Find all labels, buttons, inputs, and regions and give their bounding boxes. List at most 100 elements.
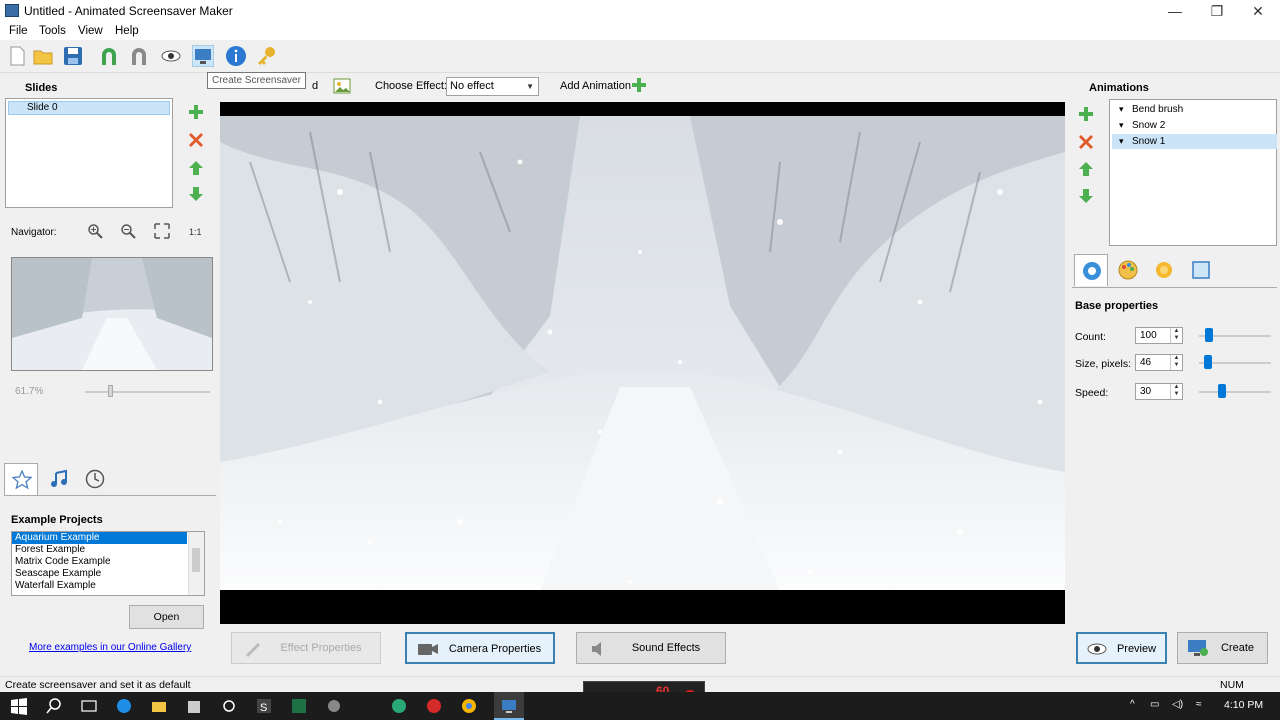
wifi-icon[interactable]: ≈ — [1196, 699, 1202, 710]
store-icon[interactable] — [185, 697, 203, 715]
windows-start-icon[interactable] — [10, 697, 28, 715]
add-slide-partial-label[interactable]: d — [312, 80, 318, 92]
animations-list[interactable]: ▾ Bend brush ▾ Snow 2 ▾ Snow 1 — [1109, 99, 1277, 246]
animation-item[interactable]: ▾ Snow 1 — [1112, 134, 1277, 149]
speed-spinner[interactable]: 30 ▲ ▼ — [1135, 383, 1183, 400]
tray-chevron-icon[interactable]: ^ — [1130, 699, 1135, 710]
add-animation-side-icon[interactable] — [1078, 106, 1094, 122]
clock-icon — [85, 469, 105, 489]
tab-base-properties[interactable] — [1074, 254, 1108, 286]
active-app-tile[interactable] — [494, 692, 524, 720]
slides-list[interactable]: Slide 0 — [5, 98, 173, 208]
examples-list[interactable]: Aquarium Example Forest Example Matrix C… — [11, 531, 205, 596]
spinner-arrows-icon[interactable]: ▲ ▼ — [1170, 384, 1182, 399]
count-spinner[interactable]: 100 ▲ ▼ — [1135, 327, 1183, 344]
create-label: Create — [1220, 642, 1255, 654]
preview-button[interactable]: Preview — [1076, 632, 1167, 664]
online-gallery-link[interactable]: More examples in our Online Gallery — [29, 642, 191, 653]
excel-icon[interactable] — [290, 697, 308, 715]
save-icon[interactable] — [62, 45, 84, 67]
tab-area[interactable] — [1184, 254, 1218, 286]
slide-item[interactable]: Slide 0 — [8, 101, 170, 115]
toolbar — [0, 40, 1280, 73]
tab-favorites[interactable] — [4, 463, 38, 495]
open-button[interactable]: Open — [129, 605, 204, 629]
navigator-thumbnail[interactable] — [11, 257, 213, 371]
sound-effects-button[interactable]: Sound Effects — [576, 632, 726, 664]
close-button[interactable]: ✕ — [1238, 0, 1278, 22]
tab-colors[interactable] — [1111, 254, 1145, 286]
menu-tools[interactable]: Tools — [39, 25, 66, 37]
example-item[interactable]: Forest Example — [12, 544, 204, 556]
open-folder-icon[interactable] — [32, 45, 54, 67]
animation-up-icon[interactable] — [1078, 161, 1094, 177]
clock-time[interactable]: 4:10 PM — [1224, 699, 1263, 711]
zoom-value[interactable]: 61.7% — [12, 384, 68, 400]
menu-file[interactable]: File — [9, 25, 28, 37]
move-down-icon[interactable] — [188, 186, 204, 202]
info-icon[interactable] — [225, 45, 247, 67]
example-item[interactable]: Matrix Code Example — [12, 556, 204, 568]
example-item[interactable]: Waterfall Example — [12, 580, 204, 592]
zoom-slider-track[interactable] — [85, 391, 210, 393]
recycle-icon[interactable] — [325, 697, 343, 715]
magnet-gray-icon[interactable] — [128, 45, 150, 67]
move-up-icon[interactable] — [188, 160, 204, 176]
cortana-icon[interactable] — [220, 697, 238, 715]
size-slider-thumb[interactable] — [1204, 355, 1213, 369]
tab-light[interactable] — [1147, 254, 1181, 286]
network-icon[interactable]: ▭ — [1150, 699, 1159, 710]
example-item[interactable]: Seascape Example — [12, 568, 204, 580]
file-explorer-icon[interactable] — [150, 697, 168, 715]
size-spinner[interactable]: 46 ▲ ▼ — [1135, 354, 1183, 371]
actual-size-icon[interactable]: 1:1 — [188, 223, 204, 239]
minimize-button[interactable]: — — [1155, 0, 1195, 22]
green-app-icon[interactable] — [390, 697, 408, 715]
search-icon[interactable] — [45, 697, 63, 715]
animation-item[interactable]: ▾ Snow 2 — [1112, 118, 1277, 133]
camera-properties-button[interactable]: Camera Properties — [405, 632, 555, 664]
add-animation-icon[interactable] — [631, 77, 647, 93]
speed-value: 30 — [1140, 386, 1152, 397]
delete-animation-icon[interactable] — [1078, 134, 1094, 150]
magnet-icon[interactable] — [98, 45, 120, 67]
monitor-icon[interactable] — [192, 45, 214, 67]
effect-properties-button[interactable]: Effect Properties — [231, 632, 381, 664]
eye-icon[interactable] — [160, 45, 182, 67]
slide-preview[interactable] — [220, 102, 1065, 624]
spinner-arrows-icon[interactable]: ▲ ▼ — [1170, 355, 1182, 370]
effect-dropdown[interactable]: No effect ▼ — [446, 77, 539, 96]
menu-view[interactable]: View — [78, 25, 103, 37]
new-file-icon[interactable] — [6, 45, 28, 67]
restore-button[interactable]: ❐ — [1197, 0, 1237, 22]
spinner-arrows-icon[interactable]: ▲ ▼ — [1170, 328, 1182, 343]
speed-slider-thumb[interactable] — [1218, 384, 1227, 398]
zoom-in-icon[interactable] — [87, 223, 103, 239]
app-s-icon[interactable]: S — [255, 697, 273, 715]
menu-help[interactable]: Help — [115, 25, 139, 37]
speed-slider-track[interactable] — [1199, 391, 1271, 393]
add-slide-icon[interactable] — [188, 104, 204, 120]
image-icon[interactable] — [333, 77, 351, 95]
count-slider-thumb[interactable] — [1205, 328, 1214, 342]
scrollbar-thumb[interactable] — [192, 548, 200, 572]
globe-gear-icon — [1083, 262, 1101, 280]
tab-music[interactable] — [42, 463, 76, 495]
add-animation-label[interactable]: Add Animation — [560, 80, 631, 92]
examples-scrollbar[interactable] — [188, 532, 204, 595]
chrome-icon[interactable] — [460, 697, 478, 715]
animation-down-icon[interactable] — [1078, 188, 1094, 204]
edge-icon[interactable] — [115, 697, 133, 715]
example-item[interactable]: Aquarium Example — [12, 532, 187, 544]
volume-icon[interactable]: ◁) — [1172, 699, 1183, 710]
fit-to-window-icon[interactable] — [154, 223, 170, 239]
zoom-out-icon[interactable] — [120, 223, 136, 239]
task-view-icon[interactable] — [80, 697, 98, 715]
create-button[interactable]: Create — [1177, 632, 1268, 664]
delete-slide-icon[interactable] — [188, 132, 204, 148]
red-app-icon[interactable] — [425, 697, 443, 715]
key-icon[interactable] — [255, 45, 277, 67]
animation-item[interactable]: ▾ Bend brush — [1112, 102, 1277, 117]
tab-timer[interactable] — [78, 463, 112, 495]
zoom-slider-thumb[interactable] — [108, 385, 113, 397]
